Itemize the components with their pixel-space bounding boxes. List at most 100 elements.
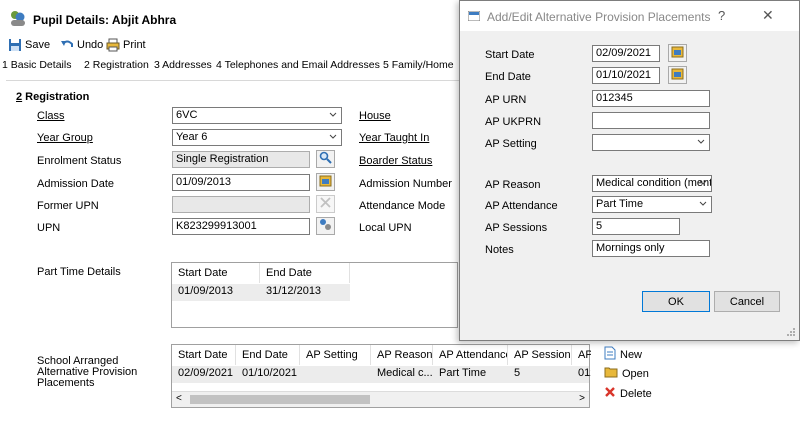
year-group-select[interactable]: Year 6 — [172, 129, 342, 146]
attendance-mode-label: Attendance Mode — [359, 200, 446, 212]
undo-icon — [60, 38, 74, 52]
enrolment-status-field: Single Registration — [172, 151, 310, 168]
folder-icon — [604, 366, 618, 381]
scroll-left-icon[interactable]: < — [176, 393, 182, 404]
delete-button[interactable]: Delete — [604, 386, 652, 401]
ap-sessions-label: AP Sessions — [485, 222, 548, 234]
part-time-grid: Start Date End Date 01/09/2013 31/12/201… — [171, 262, 458, 328]
tab-telephones-email[interactable]: 4 Telephones and Email Addresses — [216, 59, 380, 71]
admission-number-label: Admission Number — [359, 178, 452, 190]
ap-ukprn-label: AP UKPRN — [485, 116, 542, 128]
part-time-details-label: Part Time Details — [37, 266, 121, 278]
scroll-right-icon[interactable]: > — [579, 393, 585, 404]
former-upn-button — [316, 195, 335, 213]
resize-grip-icon[interactable] — [786, 327, 796, 337]
chevron-down-icon — [699, 199, 707, 207]
chevron-down-icon — [699, 178, 707, 186]
admission-date-value: 01/09/2013 — [176, 176, 232, 188]
dialog-title: Add/Edit Alternative Provision Placement… — [487, 10, 711, 24]
year-taught-in-label: Year Taught In — [359, 132, 430, 144]
upn-value: K823299913001 — [176, 220, 257, 232]
print-label: Print — [123, 39, 146, 51]
dialog-titlebar[interactable]: Add/Edit Alternative Provision Placement… — [460, 1, 799, 31]
tab-registration[interactable]: 2 Registration — [84, 59, 149, 71]
calendar-icon — [671, 45, 684, 61]
new-label: New — [620, 348, 643, 361]
chevron-down-icon — [329, 132, 337, 140]
ap-placements-grid: Start Date End Date AP Setting AP Reason… — [171, 344, 591, 408]
column-header-ap-setting[interactable]: AP Setting — [300, 345, 371, 365]
section-title: 2 Registration — [16, 91, 90, 103]
toolbar: Save Undo Print — [0, 36, 460, 54]
column-header-ap-reason[interactable]: AP Reason — [371, 345, 433, 365]
ap-urn-input[interactable]: 012345 — [592, 90, 710, 107]
column-header-ap-sessions[interactable]: AP Sessions — [508, 345, 572, 365]
new-button[interactable]: New — [604, 346, 642, 363]
start-date-value: 02/09/2021 — [596, 47, 652, 59]
admission-date-input[interactable]: 01/09/2013 — [172, 174, 310, 191]
admission-date-picker-button[interactable] — [316, 173, 335, 191]
start-date-picker-button[interactable] — [668, 44, 687, 62]
save-button[interactable]: Save — [8, 36, 50, 54]
cell-ap-attendance: Part Time — [439, 367, 487, 379]
open-button[interactable]: Open — [604, 366, 649, 381]
column-header-end-date[interactable]: End Date — [236, 345, 300, 365]
cell-ap-urn: 012 — [578, 367, 591, 379]
column-header-start-date[interactable]: Start Date — [172, 345, 236, 365]
enrolment-status-value: Single Registration — [176, 153, 269, 165]
admission-date-label: Admission Date — [37, 178, 115, 190]
column-header-ap-attendance[interactable]: AP Attendance — [433, 345, 508, 365]
ap-setting-select[interactable] — [592, 134, 710, 151]
column-header-start-date[interactable]: Start Date — [172, 263, 260, 283]
window-title: Pupil Details: Abjit Abhra — [33, 13, 177, 27]
column-header-ap-urn[interactable]: AP — [572, 345, 591, 365]
horizontal-scrollbar[interactable]: < > — [172, 391, 589, 407]
ap-ukprn-input[interactable] — [592, 112, 710, 129]
column-header-end-date[interactable]: End Date — [260, 263, 350, 283]
ap-attendance-value: Part Time — [596, 198, 644, 210]
notes-label: Notes — [485, 244, 514, 256]
house-label: House — [359, 110, 391, 122]
end-date-picker-button[interactable] — [668, 66, 687, 84]
former-upn-label: Former UPN — [37, 200, 99, 212]
calendar-icon — [319, 174, 332, 190]
scrollbar-thumb[interactable] — [190, 395, 370, 404]
ap-sessions-value: 5 — [596, 220, 603, 232]
table-row[interactable]: 02/09/2021 01/10/2021 Medical c... Part … — [172, 366, 591, 383]
table-row[interactable]: 01/09/2013 31/12/2013 — [172, 284, 350, 301]
cancel-button[interactable]: Cancel — [714, 291, 780, 312]
tab-family-home[interactable]: 5 Family/Home — [383, 59, 454, 71]
end-date-input[interactable]: 01/10/2021 — [592, 67, 660, 84]
undo-label: Undo — [77, 39, 104, 51]
new-document-icon — [604, 346, 616, 363]
upn-generate-button[interactable] — [316, 217, 335, 235]
ap-placements-label: School Arranged Alternative Provision Pl… — [37, 355, 138, 389]
undo-button[interactable]: Undo — [60, 36, 103, 54]
calendar-icon — [671, 67, 684, 83]
boarder-status-label: Boarder Status — [359, 155, 433, 167]
cell-end-date: 31/12/2013 — [266, 285, 322, 297]
enrolment-search-button[interactable] — [316, 150, 335, 168]
end-date-label: End Date — [485, 71, 531, 83]
print-button[interactable]: Print — [106, 36, 146, 54]
cell-start-date: 02/09/2021 — [178, 367, 234, 379]
class-select[interactable]: 6VC — [172, 107, 342, 124]
open-label: Open — [622, 367, 649, 380]
tab-addresses[interactable]: 3 Addresses — [154, 59, 212, 71]
ap-reason-select[interactable]: Medical condition (ment — [592, 175, 712, 192]
local-upn-label: Local UPN — [359, 222, 412, 234]
cell-end-date: 01/10/2021 — [242, 367, 298, 379]
help-icon[interactable]: ? — [718, 8, 725, 23]
notes-input[interactable]: Mornings only — [592, 240, 710, 257]
upn-input[interactable]: K823299913001 — [172, 218, 310, 235]
start-date-input[interactable]: 02/09/2021 — [592, 45, 660, 62]
ok-button[interactable]: OK — [642, 291, 710, 312]
ap-setting-label: AP Setting — [485, 138, 537, 150]
ap-attendance-label: AP Attendance — [485, 200, 558, 212]
ap-attendance-select[interactable]: Part Time — [592, 196, 712, 213]
tab-basic-details[interactable]: 1 Basic Details — [2, 59, 71, 71]
ap-sessions-input[interactable]: 5 — [592, 218, 680, 235]
chevron-down-icon — [697, 137, 705, 145]
year-group-label: Year Group — [37, 132, 93, 144]
close-icon[interactable]: ✕ — [762, 7, 774, 24]
